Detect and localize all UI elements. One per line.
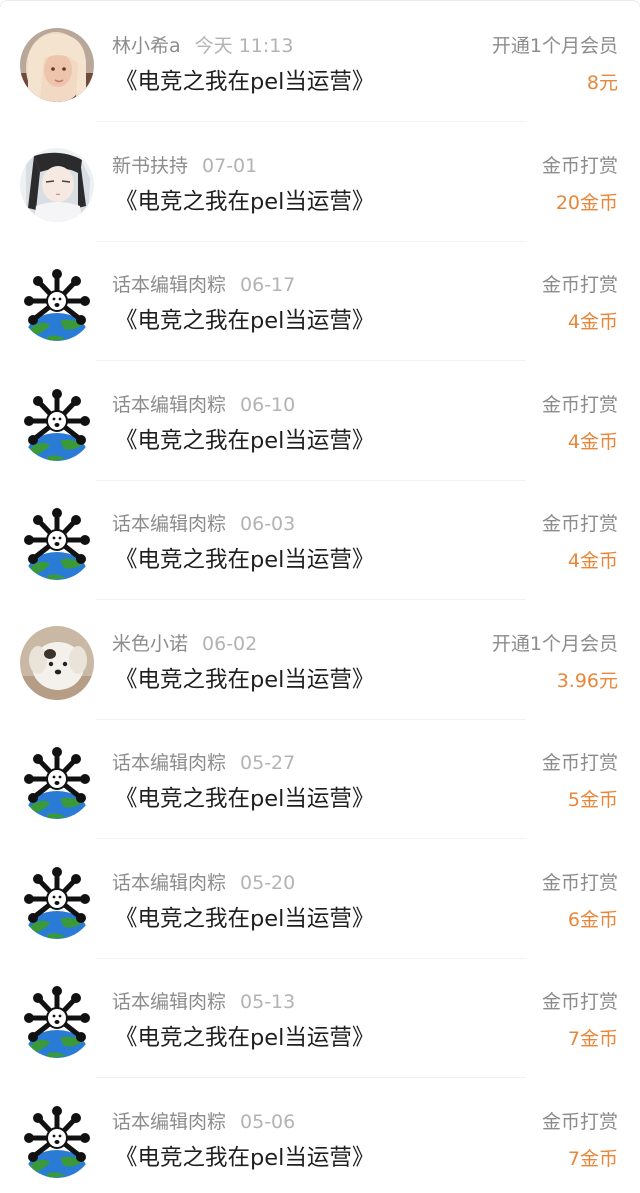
user-name[interactable]: 话本编辑肉粽 bbox=[112, 752, 226, 774]
book-title: 《电竞之我在pel当运营》 bbox=[115, 667, 375, 693]
record-row[interactable]: 话本编辑肉粽 06-17 《电竞之我在pel当运营》 金币打赏 4金币 bbox=[0, 242, 640, 361]
record-type: 金币打赏 bbox=[541, 752, 618, 774]
record-type: 金币打赏 bbox=[541, 274, 618, 296]
record-amount: 6金币 bbox=[567, 909, 618, 931]
record-type: 金币打赏 bbox=[541, 872, 618, 894]
earth-cartoon-avatar[interactable] bbox=[20, 506, 94, 580]
user-name[interactable]: 话本编辑肉粽 bbox=[112, 394, 226, 416]
record-amount: 7金币 bbox=[567, 1148, 618, 1170]
book-title: 《电竞之我在pel当运营》 bbox=[115, 1025, 375, 1051]
record-amount: 8元 bbox=[586, 72, 618, 94]
row-divider bbox=[96, 599, 526, 600]
record-date: 05-06 bbox=[240, 1111, 296, 1133]
earth-cartoon-avatar[interactable] bbox=[20, 1104, 94, 1178]
record-date: 05-20 bbox=[240, 872, 296, 894]
record-type: 金币打赏 bbox=[541, 394, 618, 416]
record-date: 06-03 bbox=[240, 513, 296, 535]
book-title: 《电竞之我在pel当运营》 bbox=[115, 547, 375, 573]
record-type: 金币打赏 bbox=[541, 155, 618, 177]
book-title: 《电竞之我在pel当运营》 bbox=[115, 428, 375, 454]
record-type: 金币打赏 bbox=[541, 513, 618, 535]
user-name[interactable]: 米色小诺 bbox=[112, 633, 188, 655]
income-record-list: 林小希a 今天 11:13 《电竞之我在pel当运营》 开通1个月会员 8元 新书扶持 0… bbox=[0, 0, 640, 1193]
record-row[interactable]: 林小希a 今天 11:13 《电竞之我在pel当运营》 开通1个月会员 8元 bbox=[0, 3, 640, 122]
row-divider bbox=[96, 1077, 526, 1078]
record-row[interactable]: 米色小诺 06-02 《电竞之我在pel当运营》 开通1个月会员 3.96元 bbox=[0, 601, 640, 720]
record-row[interactable]: 话本编辑肉粽 05-20 《电竞之我在pel当运营》 金币打赏 6金币 bbox=[0, 840, 640, 959]
earth-cartoon-avatar[interactable] bbox=[20, 745, 94, 819]
photo-girl-avatar[interactable] bbox=[20, 28, 94, 102]
record-type: 金币打赏 bbox=[541, 1111, 618, 1133]
user-line: 林小希a 今天 11:13 bbox=[112, 34, 293, 58]
user-line: 话本编辑肉粽 05-13 bbox=[112, 990, 295, 1014]
record-date: 06-10 bbox=[240, 394, 296, 416]
record-row[interactable]: 话本编辑肉粽 05-27 《电竞之我在pel当运营》 金币打赏 5金币 bbox=[0, 720, 640, 839]
user-name[interactable]: 话本编辑肉粽 bbox=[112, 513, 226, 535]
book-title: 《电竞之我在pel当运营》 bbox=[115, 308, 375, 334]
record-row[interactable]: 话本编辑肉粽 05-06 《电竞之我在pel当运营》 金币打赏 7金币 bbox=[0, 1079, 640, 1193]
row-divider bbox=[96, 360, 526, 361]
record-row[interactable]: 话本编辑肉粽 06-03 《电竞之我在pel当运营》 金币打赏 4金币 bbox=[0, 481, 640, 600]
user-name[interactable]: 话本编辑肉粽 bbox=[112, 872, 226, 894]
earth-cartoon-avatar[interactable] bbox=[20, 387, 94, 461]
record-amount: 7金币 bbox=[567, 1028, 618, 1050]
user-line: 话本编辑肉粽 05-06 bbox=[112, 1110, 295, 1134]
record-date: 05-13 bbox=[240, 991, 296, 1013]
puppy-photo-avatar[interactable] bbox=[20, 626, 94, 700]
record-date: 05-27 bbox=[240, 752, 296, 774]
user-name[interactable]: 话本编辑肉粽 bbox=[112, 274, 226, 296]
record-amount: 5金币 bbox=[567, 789, 618, 811]
record-date: 07-01 bbox=[202, 155, 258, 177]
record-row[interactable]: 话本编辑肉粽 05-13 《电竞之我在pel当运营》 金币打赏 7金币 bbox=[0, 959, 640, 1078]
record-row[interactable]: 新书扶持 07-01 《电竞之我在pel当运营》 金币打赏 20金币 bbox=[0, 123, 640, 242]
record-amount: 4金币 bbox=[567, 431, 618, 453]
user-line: 话本编辑肉粽 06-03 bbox=[112, 512, 295, 536]
user-name[interactable]: 新书扶持 bbox=[112, 155, 188, 177]
record-row[interactable]: 话本编辑肉粽 06-10 《电竞之我在pel当运营》 金币打赏 4金币 bbox=[0, 362, 640, 481]
user-name[interactable]: 林小希a bbox=[112, 35, 181, 57]
book-title: 《电竞之我在pel当运营》 bbox=[115, 69, 375, 95]
book-title: 《电竞之我在pel当运营》 bbox=[115, 1145, 375, 1171]
earth-cartoon-avatar[interactable] bbox=[20, 267, 94, 341]
record-amount: 4金币 bbox=[567, 550, 618, 572]
book-title: 《电竞之我在pel当运营》 bbox=[115, 786, 375, 812]
row-divider bbox=[96, 121, 526, 122]
record-amount: 20金币 bbox=[555, 192, 618, 214]
user-line: 米色小诺 06-02 bbox=[112, 632, 257, 656]
record-date: 今天 11:13 bbox=[194, 35, 294, 57]
user-line: 话本编辑肉粽 06-10 bbox=[112, 393, 295, 417]
user-line: 话本编辑肉粽 05-20 bbox=[112, 871, 295, 895]
anime-character-avatar[interactable] bbox=[20, 148, 94, 222]
record-date: 06-02 bbox=[202, 633, 258, 655]
book-title: 《电竞之我在pel当运营》 bbox=[115, 906, 375, 932]
user-line: 新书扶持 07-01 bbox=[112, 154, 257, 178]
row-divider bbox=[96, 838, 526, 839]
user-name[interactable]: 话本编辑肉粽 bbox=[112, 991, 226, 1013]
record-type: 开通1个月会员 bbox=[491, 35, 618, 57]
book-title: 《电竞之我在pel当运营》 bbox=[115, 189, 375, 215]
user-name[interactable]: 话本编辑肉粽 bbox=[112, 1111, 226, 1133]
user-line: 话本编辑肉粽 06-17 bbox=[112, 273, 295, 297]
record-amount: 3.96元 bbox=[556, 670, 618, 692]
record-amount: 4金币 bbox=[567, 311, 618, 333]
record-type: 金币打赏 bbox=[541, 991, 618, 1013]
record-type: 开通1个月会员 bbox=[491, 633, 618, 655]
record-date: 06-17 bbox=[240, 274, 296, 296]
earth-cartoon-avatar[interactable] bbox=[20, 865, 94, 939]
user-line: 话本编辑肉粽 05-27 bbox=[112, 751, 295, 775]
earth-cartoon-avatar[interactable] bbox=[20, 984, 94, 1058]
